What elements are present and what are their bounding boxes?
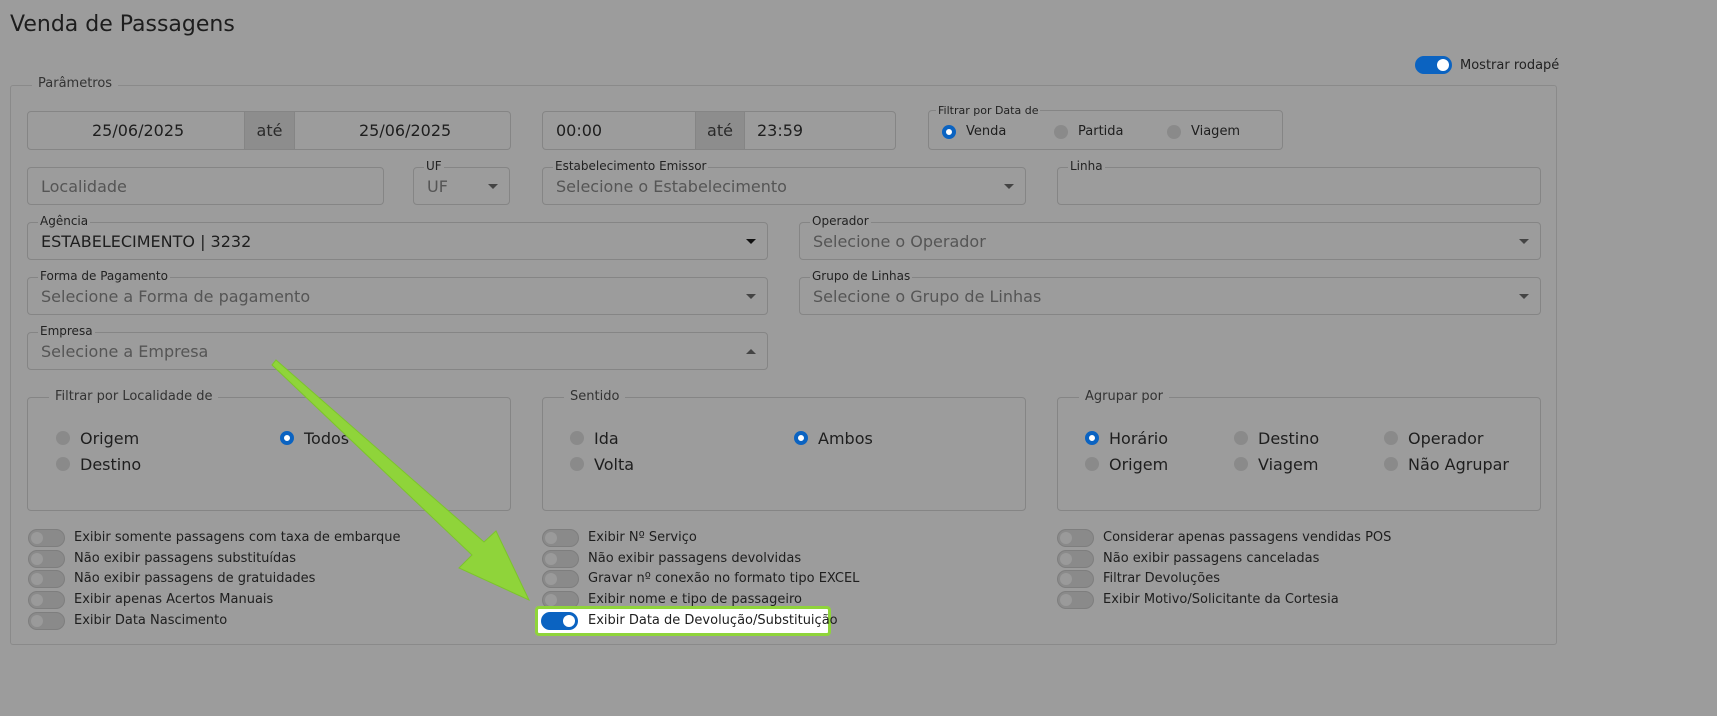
annotation-arrow-icon	[271, 359, 531, 602]
